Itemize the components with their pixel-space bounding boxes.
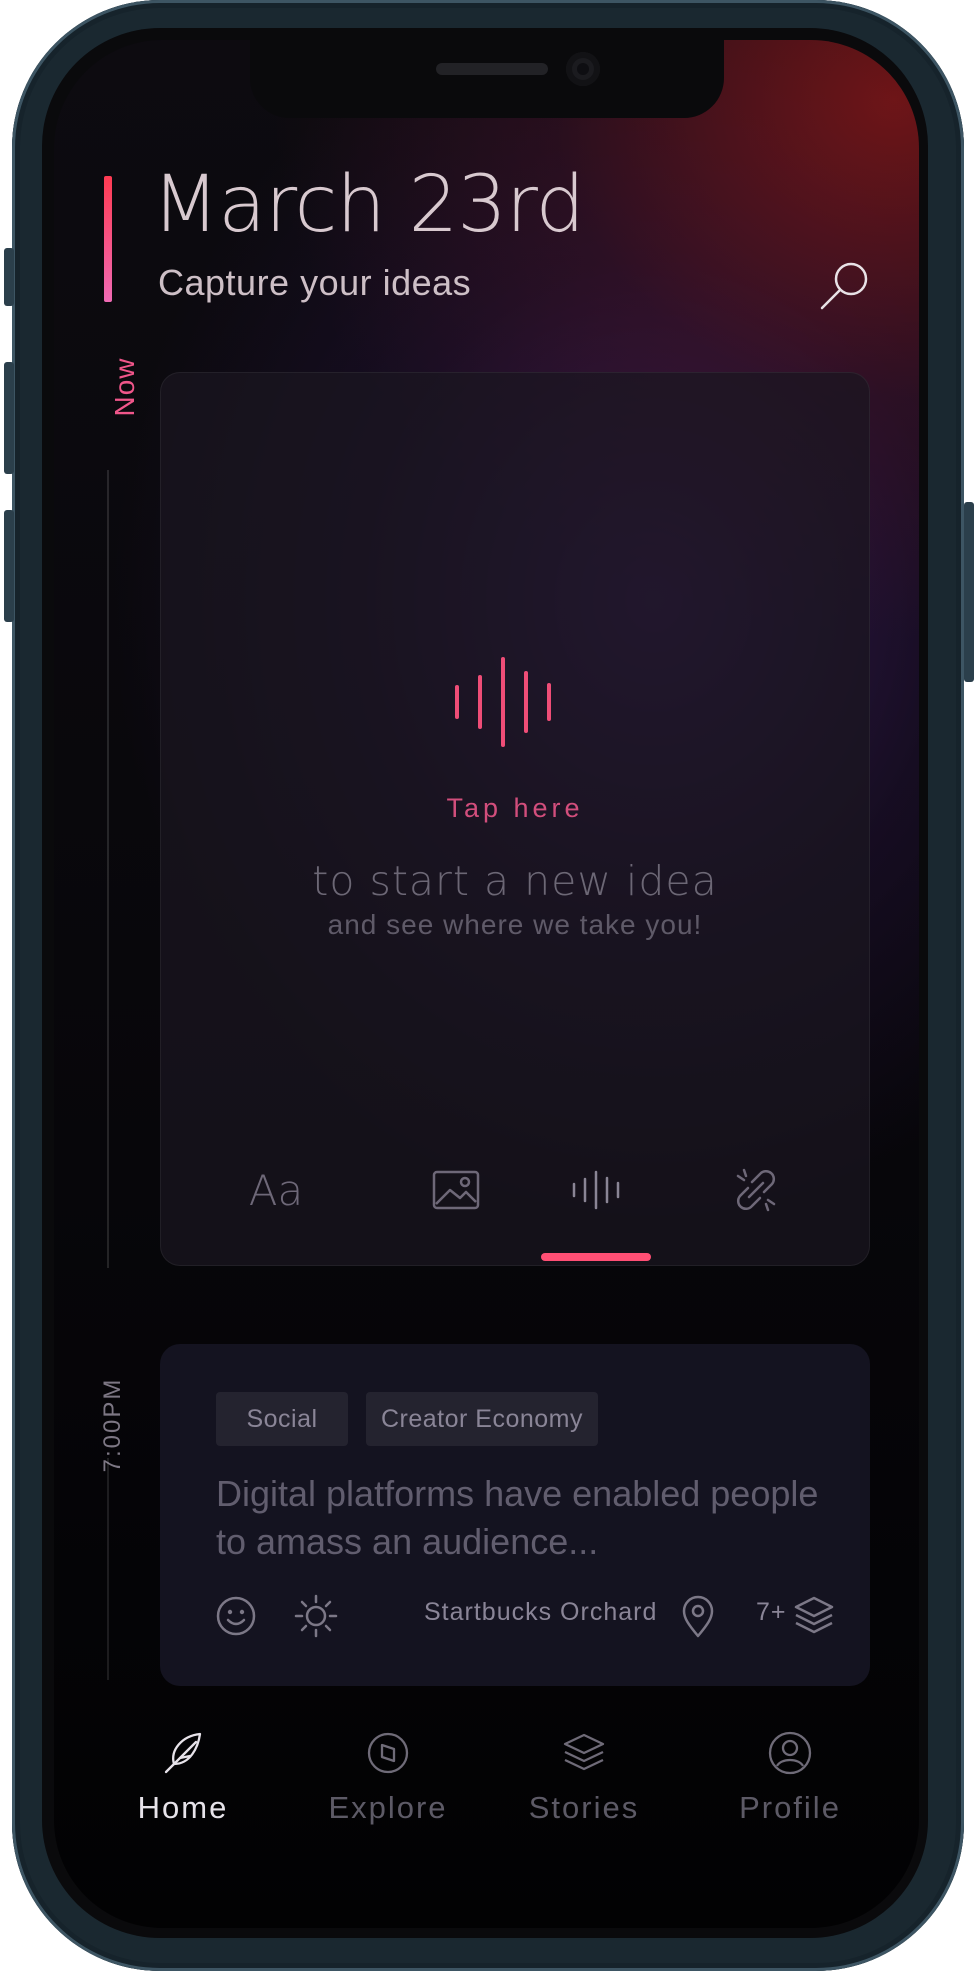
feather-icon: [164, 1732, 202, 1774]
audio-tool-button[interactable]: [541, 1157, 651, 1223]
tag-creator-economy[interactable]: Creator Economy: [366, 1392, 598, 1446]
text-icon: Aa: [248, 1165, 304, 1215]
nav-explore[interactable]: Explore: [303, 1726, 473, 1846]
idea-card[interactable]: Social Creator Economy Digital platforms…: [160, 1344, 870, 1686]
nav-label-home: Home: [137, 1790, 229, 1825]
mute-switch: [4, 248, 14, 306]
tag-social[interactable]: Social: [216, 1392, 348, 1446]
prompt-line-1: to start a new idea: [312, 857, 718, 905]
header-accent-bar: [104, 176, 112, 302]
prompt-line-2: and see where we take you!: [327, 909, 703, 940]
power-button: [964, 502, 974, 682]
image-tool-button[interactable]: [401, 1157, 511, 1223]
layers-icon: [563, 1733, 605, 1771]
search-icon[interactable]: [818, 258, 872, 312]
page-subtitle: Capture your ideas: [158, 262, 472, 303]
capture-toolbar: Aa: [161, 1157, 869, 1257]
speaker: [436, 63, 548, 75]
location-text: Startbucks Orchard: [424, 1598, 658, 1626]
timeline-line: [107, 470, 109, 1268]
user-icon: [768, 1731, 812, 1775]
timeline-time-label: 7:00PM: [99, 1377, 126, 1473]
link-tool-button[interactable]: [701, 1157, 811, 1223]
text-tool-button[interactable]: Aa: [221, 1157, 331, 1223]
idea-card-footer: Startbucks Orchard 7+: [160, 1586, 870, 1642]
idea-preview-text: Digital platforms have enabled people to…: [216, 1473, 819, 1562]
smiley-icon[interactable]: [214, 1594, 258, 1638]
volume-up-button: [4, 362, 14, 474]
broken-link-icon: [736, 1168, 776, 1212]
nav-label-profile: Profile: [739, 1790, 841, 1825]
tap-here-label[interactable]: Tap here: [161, 793, 869, 824]
audio-wave-icon[interactable]: [453, 657, 559, 747]
nav-stories[interactable]: Stories: [499, 1726, 669, 1846]
compass-icon: [367, 1732, 409, 1774]
bottom-nav: Home Explore Stories Profile: [54, 1726, 919, 1846]
capture-card[interactable]: Tap here to start a new idea and see whe…: [160, 372, 870, 1266]
app-screen: March 23rd Capture your ideas Now 7:00PM…: [54, 40, 919, 1928]
image-icon: [432, 1170, 480, 1210]
front-camera: [566, 52, 600, 86]
nav-label-explore: Explore: [328, 1790, 448, 1825]
nav-profile[interactable]: Profile: [705, 1726, 875, 1846]
nav-label-stories: Stories: [528, 1790, 640, 1825]
active-tool-indicator: [541, 1253, 651, 1261]
notch: [250, 40, 724, 118]
timeline-now-label: Now: [109, 357, 140, 417]
timeline-line: [107, 1458, 109, 1680]
sun-icon[interactable]: [294, 1594, 338, 1638]
nav-home[interactable]: Home: [98, 1726, 268, 1846]
page-title: March 23rd: [152, 160, 585, 250]
audio-wave-icon: [572, 1170, 620, 1210]
layers-icon[interactable]: [792, 1594, 836, 1638]
volume-down-button: [4, 510, 14, 622]
map-pin-icon[interactable]: [676, 1594, 720, 1638]
story-count: 7+: [756, 1598, 787, 1626]
